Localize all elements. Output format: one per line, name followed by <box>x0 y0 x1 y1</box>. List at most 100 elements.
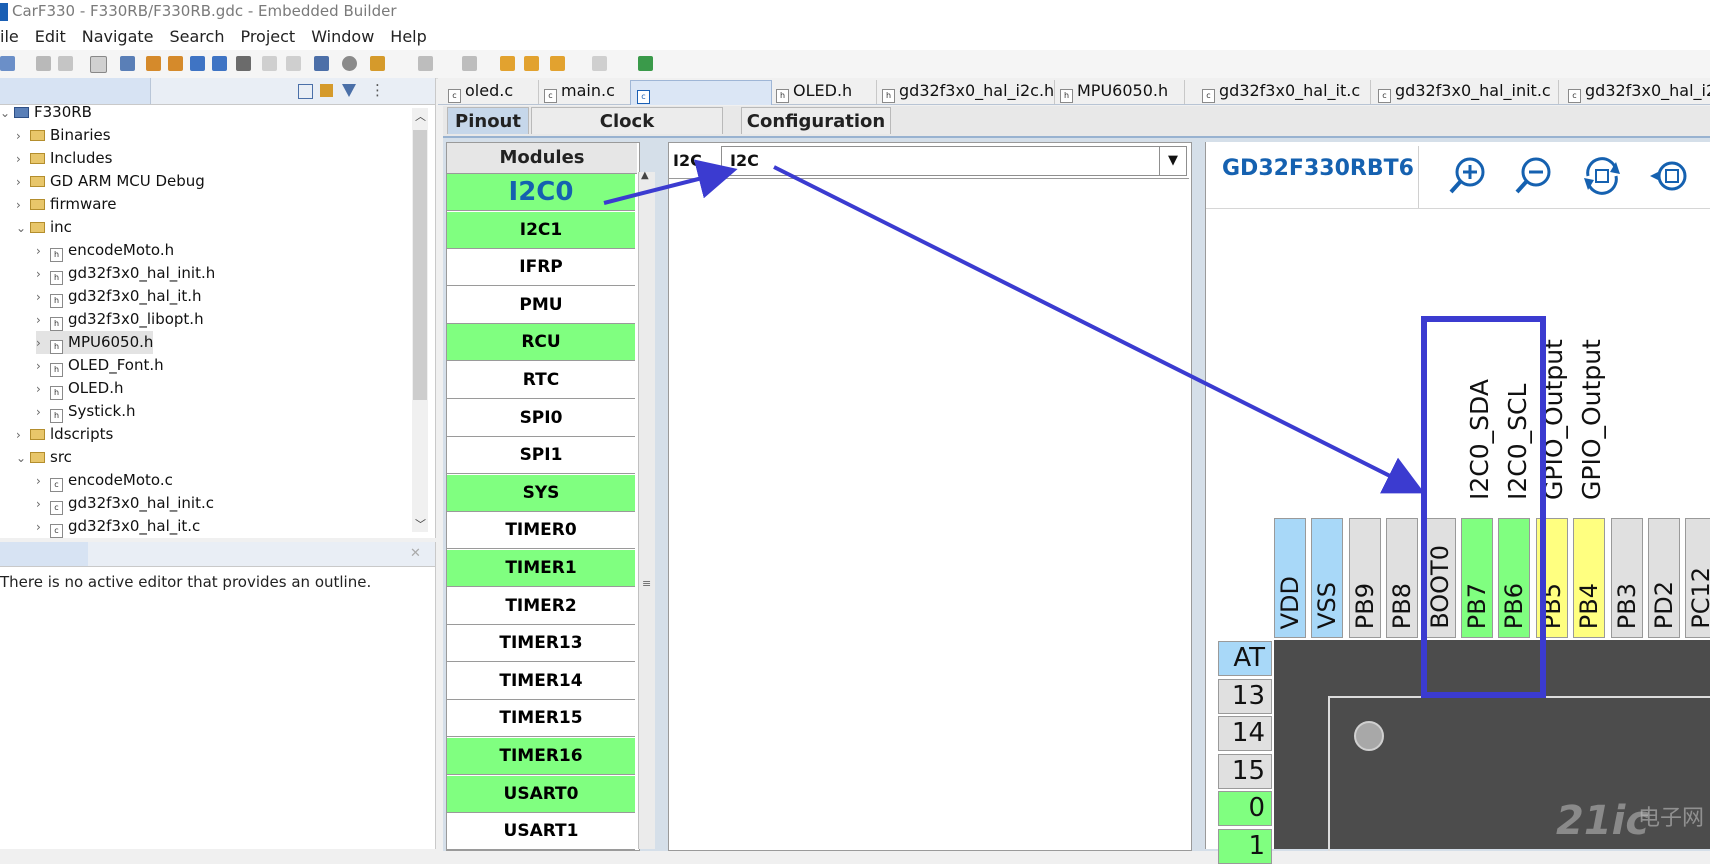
module-item[interactable]: TIMER2 <box>447 587 635 625</box>
menu-project[interactable]: Project <box>232 24 303 48</box>
build-icon[interactable] <box>120 56 135 71</box>
tree-item[interactable]: › h OLED_Font.h <box>36 354 164 377</box>
expand-chevron-icon[interactable]: ⌄ <box>16 447 30 470</box>
step-back-icon[interactable] <box>146 56 161 71</box>
modules-scrollbar[interactable]: ▲ ≡ <box>638 170 655 849</box>
outline-tab[interactable] <box>0 542 88 566</box>
module-item[interactable]: USART0 <box>447 775 635 813</box>
back-icon[interactable] <box>550 56 565 71</box>
expand-chevron-icon[interactable]: ⌄ <box>16 217 30 240</box>
module-item[interactable]: TIMER14 <box>447 662 635 700</box>
tree-item[interactable]: › firmware <box>16 193 117 216</box>
tab-mpu6050-h[interactable]: h MPU6050.h <box>1054 80 1185 104</box>
next-annotation-icon[interactable] <box>462 56 477 71</box>
tree-item[interactable]: › GD ARM MCU Debug <box>16 170 205 193</box>
annotation-icon[interactable] <box>418 56 433 71</box>
scroll-down-icon[interactable]: ﹀ <box>415 516 426 532</box>
fit-to-view-icon[interactable] <box>1646 154 1690 198</box>
chip-pin[interactable]: PB9 <box>1348 518 1381 638</box>
zoom-out-icon[interactable] <box>1512 154 1556 198</box>
tab-hal-i2c-h[interactable]: h gd32f3x0_hal_i2c.h <box>876 80 1055 104</box>
save-icon[interactable] <box>36 56 51 71</box>
tree-item[interactable]: › Includes <box>16 147 112 170</box>
step-forward-icon[interactable] <box>168 56 183 71</box>
menu-file[interactable]: ile <box>0 24 27 48</box>
device-icon[interactable] <box>190 56 205 71</box>
expand-chevron-icon[interactable]: › <box>36 355 50 378</box>
scroll-up-icon[interactable]: ▲ <box>641 170 649 181</box>
module-item[interactable]: PMU <box>447 286 635 324</box>
tree-item[interactable]: › h Systick.h <box>36 400 135 423</box>
tree-item[interactable]: › h encodeMoto.h <box>36 239 174 262</box>
new-icon[interactable] <box>0 56 15 71</box>
chip-pin[interactable]: AT <box>1218 641 1272 676</box>
debug-config-icon[interactable] <box>212 56 227 71</box>
expand-chevron-icon[interactable]: › <box>36 516 50 539</box>
module-item[interactable]: TIMER15 <box>447 700 635 738</box>
undo-icon[interactable] <box>262 56 277 71</box>
tab-hal-init-c[interactable]: c gd32f3x0_hal_init.c <box>1372 80 1559 104</box>
chip-pin[interactable]: 1 <box>1218 828 1272 864</box>
tab-hal-it-c[interactable]: c gd32f3x0_hal_it.c <box>1196 80 1371 104</box>
tab-oled-h[interactable]: h OLED.h <box>770 80 877 104</box>
tab-main-c[interactable]: c main.c <box>538 80 631 104</box>
tab-clock-configuration[interactable]: Clock Configuration <box>531 107 723 159</box>
tree-item[interactable]: › h OLED.h <box>36 377 123 400</box>
module-item[interactable]: SPI0 <box>447 399 635 437</box>
expand-chevron-icon[interactable]: › <box>36 378 50 401</box>
tree-item[interactable]: › c encodeMoto.c <box>36 469 173 492</box>
settings-sliders-icon[interactable] <box>236 56 251 71</box>
expand-chevron-icon[interactable]: › <box>16 194 30 217</box>
close-icon[interactable]: ✕ <box>410 546 421 561</box>
mode-select[interactable]: I2C ▼ <box>721 146 1187 176</box>
chip-pin[interactable]: PD2 <box>1648 518 1680 638</box>
chip-pin[interactable]: VSS <box>1311 518 1344 638</box>
tools-icon[interactable] <box>370 56 385 71</box>
view-menu-icon[interactable]: ⋮ <box>370 81 385 99</box>
binary-icon[interactable] <box>90 56 107 73</box>
tree-item[interactable]: › h gd32f3x0_hal_it.h <box>36 285 202 308</box>
menu-edit[interactable]: Edit <box>27 24 74 48</box>
tree-item[interactable]: › h gd32f3x0_libopt.h <box>36 308 204 331</box>
open-perspective-icon[interactable] <box>638 56 653 71</box>
tab-oled-c[interactable]: c oled.c <box>442 80 539 104</box>
module-item[interactable]: I2C1 <box>447 211 635 249</box>
chip-pin[interactable]: BOOT0 <box>1423 518 1456 638</box>
tree-item[interactable]: › Binaries <box>16 124 111 147</box>
tree-item[interactable]: ⌄ F330RB <box>0 101 92 124</box>
menu-navigate[interactable]: Navigate <box>74 24 162 48</box>
filter-icon[interactable] <box>342 84 356 97</box>
chip-pin[interactable]: PB6 <box>1498 518 1531 638</box>
tree-item[interactable]: › c gd32f3x0_hal_init.c <box>36 492 214 515</box>
menu-window[interactable]: Window <box>303 24 382 48</box>
forward-icon[interactable] <box>592 56 607 71</box>
tree-item[interactable]: › ldscripts <box>16 423 113 446</box>
explorer-scroll-thumb[interactable] <box>413 130 427 400</box>
expand-chevron-icon[interactable]: › <box>16 424 30 447</box>
menu-help[interactable]: Help <box>382 24 434 48</box>
collapse-all-icon[interactable] <box>298 84 313 99</box>
tree-item[interactable]: › c gd32f3x0_hal_it.c <box>36 515 200 538</box>
chip-pin[interactable]: VDD <box>1274 518 1306 638</box>
tree-item[interactable]: › h MPU6050.h <box>36 331 154 354</box>
chip-pin[interactable]: PB7 <box>1461 518 1493 638</box>
tab-configuration[interactable]: Configuration <box>741 107 891 134</box>
tree-item[interactable]: ⌄ inc <box>16 216 72 239</box>
tab-hal-i2c-c[interactable]: c gd32f3x0_hal_i2c. <box>1562 80 1710 104</box>
tab-f330rb-gdc[interactable]: c <box>630 80 772 105</box>
expand-chevron-icon[interactable]: › <box>36 470 50 493</box>
expand-chevron-icon[interactable]: › <box>16 148 30 171</box>
expand-chevron-icon[interactable]: › <box>36 309 50 332</box>
module-item[interactable]: RTC <box>447 362 635 399</box>
expand-chevron-icon[interactable]: › <box>36 493 50 516</box>
chip-pin[interactable]: 14 <box>1218 716 1272 751</box>
expand-chevron-icon[interactable]: › <box>16 171 30 194</box>
refresh-icon[interactable] <box>342 56 357 71</box>
next-edit-icon[interactable] <box>524 56 539 71</box>
redo-icon[interactable] <box>286 56 301 71</box>
chip-pin[interactable]: 13 <box>1218 678 1272 714</box>
module-item[interactable]: RCU <box>447 324 635 362</box>
module-item[interactable]: TIMER1 <box>447 550 635 587</box>
chip-pin[interactable]: PB3 <box>1610 518 1643 638</box>
chip-pin[interactable]: 0 <box>1218 791 1272 826</box>
